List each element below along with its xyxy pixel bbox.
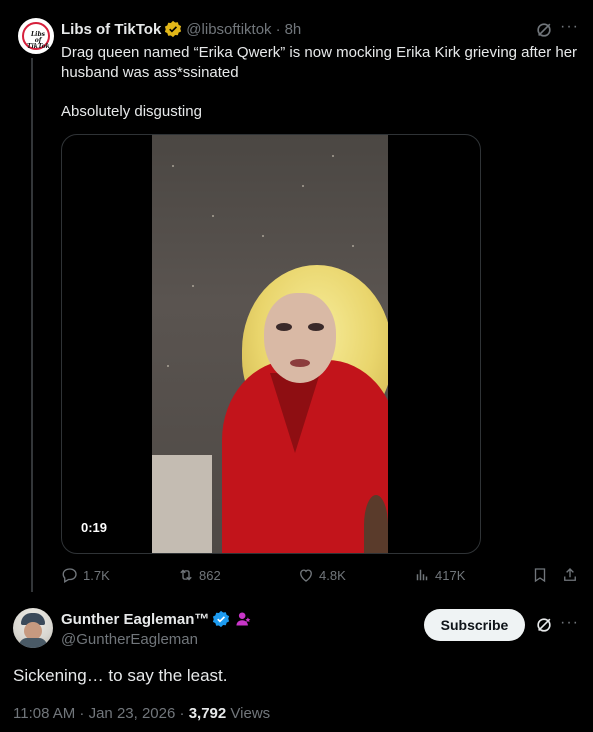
- like-icon: [300, 569, 312, 582]
- views-button[interactable]: 417K: [413, 566, 465, 584]
- subscribe-button[interactable]: Subscribe: [424, 609, 525, 641]
- reply-button[interactable]: 1.7K: [61, 566, 110, 584]
- parent-avatar[interactable]: Libs of TikTok: [16, 16, 56, 56]
- views-number: 3,792: [188, 705, 227, 722]
- avatar-logo-text: Libs of TikTok: [27, 31, 50, 50]
- author-avatar[interactable]: [13, 608, 53, 648]
- more-icon[interactable]: ···: [560, 615, 578, 632]
- author-handle[interactable]: @GuntherEagleman: [61, 631, 198, 648]
- repost-button[interactable]: 862: [177, 566, 221, 584]
- share-icon: [564, 568, 576, 581]
- video-player[interactable]: 0:19: [61, 134, 481, 554]
- parent-tweet-text: Drag queen named “Erika Qwerk” is now mo…: [61, 44, 578, 81]
- tweet-text: Sickening… to say the least.: [13, 666, 228, 685]
- parent-tweet-text-2: Absolutely disgusting: [61, 103, 202, 120]
- action-bar: 1.7K 862 4.8K 417K: [61, 566, 581, 586]
- like-count: 4.8K: [319, 567, 346, 583]
- parent-handle[interactable]: @libsoftiktok: [186, 21, 271, 38]
- parent-header: Libs of TikTok @libsoftiktok · 8h: [61, 20, 302, 38]
- repost-count: 862: [199, 567, 221, 583]
- author-name[interactable]: Gunther Eagleman™: [61, 611, 209, 628]
- repost-icon: [180, 569, 192, 581]
- more-icon[interactable]: ···: [560, 19, 578, 36]
- views-label: Views: [230, 705, 271, 722]
- parent-time[interactable]: 8h: [285, 21, 302, 38]
- views-icon: [416, 569, 428, 581]
- video-frame: [152, 135, 388, 553]
- verified-blue-icon[interactable]: [212, 610, 230, 628]
- thread-line: [31, 58, 33, 592]
- bookmark-icon: [534, 568, 546, 583]
- tweet-meta: 11:08 AM · Jan 23, 2026 · 3,792 Views: [13, 705, 271, 722]
- grok-icon[interactable]: [535, 616, 553, 634]
- author-name-row: Gunther Eagleman™: [61, 610, 252, 628]
- like-button[interactable]: 4.8K: [297, 566, 346, 584]
- reply-count: 1.7K: [83, 567, 110, 583]
- parent-tweet[interactable]: Libs of TikTok Libs of TikTok @libsoftik…: [0, 0, 593, 592]
- verified-gold-icon[interactable]: [164, 20, 182, 38]
- bookmark-button[interactable]: [531, 566, 553, 584]
- affiliate-icon[interactable]: [234, 610, 252, 628]
- reply-icon: [62, 568, 77, 583]
- timestamp[interactable]: 11:08 AM · Jan 23, 2026: [13, 705, 175, 722]
- share-button[interactable]: [561, 566, 583, 584]
- grok-icon[interactable]: [535, 21, 553, 39]
- video-duration: 0:19: [74, 518, 115, 538]
- views-count: 417K: [435, 567, 466, 583]
- parent-author-name[interactable]: Libs of TikTok: [61, 21, 161, 38]
